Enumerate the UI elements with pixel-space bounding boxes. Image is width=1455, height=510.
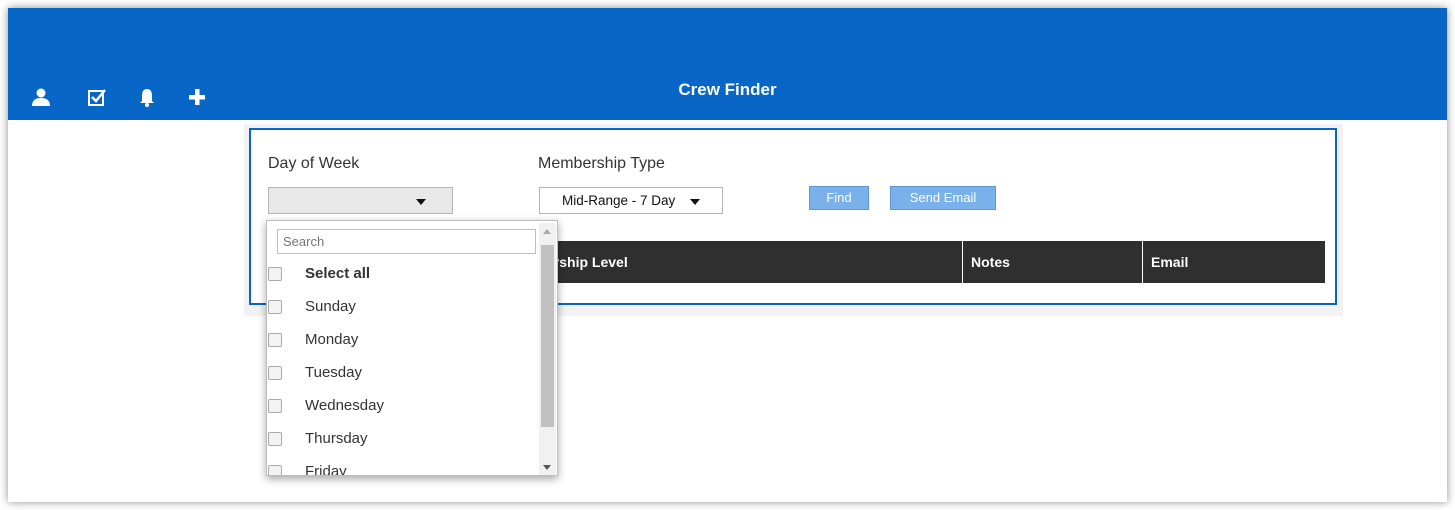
option-sunday[interactable]: Sunday: [267, 292, 537, 322]
checkbox[interactable]: [268, 267, 282, 281]
day-of-week-label: Day of Week: [268, 155, 360, 172]
option-monday[interactable]: Monday: [267, 325, 537, 355]
app-window: Crew Finder Day of Week Membership Type …: [8, 8, 1447, 502]
option-tuesday[interactable]: Tuesday: [267, 358, 537, 388]
day-of-week-dropdown[interactable]: [268, 187, 453, 214]
membership-type-dropdown[interactable]: Mid-Range - 7 Day: [539, 187, 723, 214]
membership-type-value: Mid-Range - 7 Day: [562, 193, 676, 208]
option-label: Tuesday: [305, 364, 362, 381]
column-notes[interactable]: Notes: [962, 241, 1142, 283]
column-email[interactable]: Email: [1142, 241, 1325, 283]
checkbox[interactable]: [268, 432, 282, 446]
checkbox[interactable]: [268, 366, 282, 380]
option-thursday[interactable]: Thursday: [267, 424, 537, 454]
checkbox[interactable]: [268, 300, 282, 314]
option-label: Thursday: [305, 430, 368, 447]
checkbox[interactable]: [268, 333, 282, 347]
membership-type-label: Membership Type: [538, 155, 665, 172]
options-scrollbar[interactable]: [539, 223, 556, 475]
option-wednesday[interactable]: Wednesday: [267, 391, 537, 421]
chevron-down-icon: [416, 199, 426, 205]
option-label: Friday: [305, 463, 347, 476]
find-button[interactable]: Find: [809, 186, 869, 210]
option-label: Select all: [305, 265, 371, 282]
scroll-up-icon[interactable]: [543, 229, 551, 234]
option-label: Wednesday: [305, 397, 384, 414]
option-select-all[interactable]: Select all: [267, 259, 537, 289]
chevron-down-icon: [690, 199, 700, 205]
page-title: Crew Finder: [678, 80, 777, 99]
option-label: Sunday: [305, 298, 356, 315]
option-label: Monday: [305, 331, 359, 348]
checkbox[interactable]: [268, 465, 282, 475]
scroll-down-icon[interactable]: [543, 465, 551, 470]
option-friday[interactable]: Friday: [267, 457, 537, 476]
app-header: Crew Finder: [8, 8, 1447, 120]
send-email-button[interactable]: Send Email: [890, 186, 996, 210]
checkbox[interactable]: [268, 399, 282, 413]
options-search-input[interactable]: [277, 229, 536, 254]
day-of-week-options-popup: Select all Sunday Monday Tuesday Wednesd…: [266, 220, 558, 476]
scrollbar-thumb[interactable]: [541, 245, 554, 427]
